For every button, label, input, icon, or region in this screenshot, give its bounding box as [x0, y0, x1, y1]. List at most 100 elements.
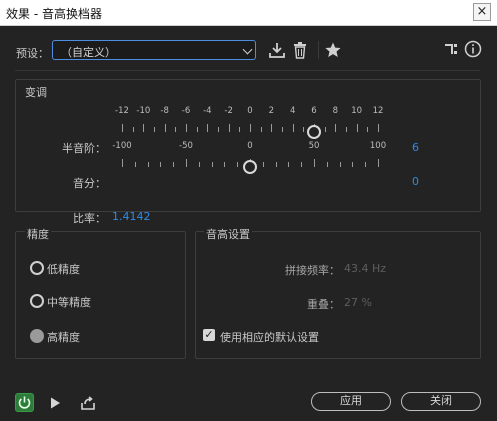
cents-tick [301, 162, 303, 167]
overlap-label: 重叠： [307, 298, 340, 311]
semitone-tick [346, 127, 347, 132]
apply-button[interactable]: 应用 [311, 392, 391, 411]
pitch-settings-title: 音高设置 [204, 226, 252, 242]
default-settings-label: 使用相应的默认设置 [220, 331, 319, 344]
radio-medium[interactable] [30, 294, 44, 308]
effect-window: 预设： （自定义） 变调 半音阶： -12 -10 -8 -6 -4 -2 0 2 4 6 8 [0, 26, 497, 421]
cents-tick [339, 162, 341, 167]
semitone-tick-label: -10 [136, 106, 151, 116]
semitone-thumb[interactable] [307, 125, 321, 139]
semitone-tick [196, 127, 198, 132]
cents-tick [275, 162, 277, 167]
info-icon[interactable] [464, 40, 482, 58]
semitone-label: 半音阶： [62, 142, 106, 155]
pitch-transpose-title: 变调 [25, 86, 47, 99]
cents-tick [326, 162, 328, 167]
cents-tick [198, 162, 200, 167]
cents-tick [211, 162, 213, 167]
cents-tick [262, 162, 264, 167]
semitone-tick [186, 124, 187, 132]
power-icon [18, 396, 31, 409]
title-bar: 效果 - 音高换档器 × [0, 0, 497, 26]
semitone-tick-label: 4 [289, 106, 296, 116]
trash-icon[interactable] [292, 41, 308, 59]
close-button[interactable]: 关闭 [401, 392, 481, 411]
semitone-tick [207, 124, 209, 132]
preset-value: （自定义） [61, 46, 116, 59]
precision-medium-label: 中等精度 [47, 296, 91, 309]
semitone-tick [271, 124, 273, 132]
semitone-tick [132, 127, 134, 132]
semitone-tick [378, 124, 379, 132]
semitone-tick [282, 127, 283, 132]
cents-tick [224, 162, 226, 167]
cents-value[interactable]: 0 [412, 175, 419, 188]
semitone-tick-label: -12 [115, 106, 129, 116]
semitone-tick [143, 124, 145, 132]
semitone-tick [175, 127, 177, 132]
preset-dropdown[interactable]: （自定义） [52, 40, 256, 60]
cents-tick [173, 162, 175, 167]
cents-tick [134, 162, 136, 167]
window-title: 效果 - 音高换档器 [6, 7, 102, 21]
semitone-slider[interactable]: -12 -10 -8 -6 -4 -2 0 2 4 6 8 10 12 [115, 106, 383, 146]
radio-high[interactable] [30, 329, 44, 343]
semitone-tick [260, 127, 262, 132]
play-icon[interactable] [48, 396, 62, 410]
cents-tick [352, 162, 354, 167]
semitone-tick-label: 12 [372, 106, 384, 116]
semitone-tick [164, 124, 166, 132]
semitone-tick [239, 127, 241, 132]
semitone-tick-label: 0 [247, 106, 253, 116]
precision-low-label: 低精度 [47, 263, 80, 276]
power-button[interactable] [15, 393, 34, 412]
cents-tick [237, 162, 239, 167]
cents-tick [160, 162, 162, 167]
close-window-button[interactable]: × [473, 3, 491, 21]
cents-tick [314, 159, 315, 167]
download-icon[interactable] [268, 41, 286, 59]
cents-tick [288, 162, 290, 167]
default-settings-checkbox[interactable]: ✓ [203, 329, 215, 341]
semitone-value[interactable]: 6 [412, 141, 419, 154]
semitone-tick-label: -6 [181, 106, 191, 116]
semitone-tick [324, 127, 326, 132]
pitch-transpose-group: 变调 半音阶： -12 -10 -8 -6 -4 -2 0 2 4 6 8 10 12 6 音分： -1… [15, 79, 481, 225]
splice-frequency-value[interactable]: 43.4 Hz [344, 262, 386, 275]
semitone-tick [218, 127, 219, 132]
cents-tick-label: 0 [247, 141, 253, 151]
semitone-tick [228, 124, 230, 132]
splice-frequency-label: 拼接频率： [285, 264, 340, 277]
cents-thumb[interactable] [243, 160, 257, 174]
toolbar-separator [318, 41, 319, 59]
semitone-tick [250, 124, 251, 132]
cents-tick [365, 162, 367, 167]
cents-tick-label: -100 [112, 141, 132, 151]
semitone-tick-label: -2 [224, 106, 233, 116]
precision-high-label: 高精度 [47, 331, 80, 344]
cents-tick-label: -50 [179, 141, 193, 151]
preset-label: 预设： [16, 47, 49, 60]
semitone-tick-label: 8 [332, 106, 339, 116]
cents-tick-label: 50 [308, 141, 320, 151]
semitone-tick-label: 6 [311, 106, 317, 116]
semitone-tick [154, 127, 155, 132]
semitone-tick-label: 2 [268, 106, 275, 116]
cents-tick [378, 159, 379, 167]
star-icon[interactable] [324, 41, 342, 59]
semitone-tick-label: 10 [351, 106, 363, 116]
header-divider [15, 70, 480, 71]
semitone-tick [292, 124, 294, 132]
overlap-value[interactable]: 27 % [344, 296, 372, 309]
ratio-label: 比率： [73, 212, 106, 225]
cents-tick-label: 100 [369, 141, 387, 151]
cents-slider[interactable]: -100 -50 0 50 100 [112, 141, 386, 181]
precision-title: 精度 [25, 226, 51, 242]
semitone-tick [303, 127, 305, 132]
semitone-tick [335, 124, 337, 132]
radio-low[interactable] [30, 261, 44, 275]
pitch-settings-group: 音高设置 拼接频率： 43.4 Hz 重叠： 27 % ✓ 使用相应的默认设置 [195, 226, 481, 359]
cents-tick [186, 159, 187, 167]
export-icon[interactable] [80, 395, 96, 411]
routing-icon[interactable] [444, 42, 458, 56]
